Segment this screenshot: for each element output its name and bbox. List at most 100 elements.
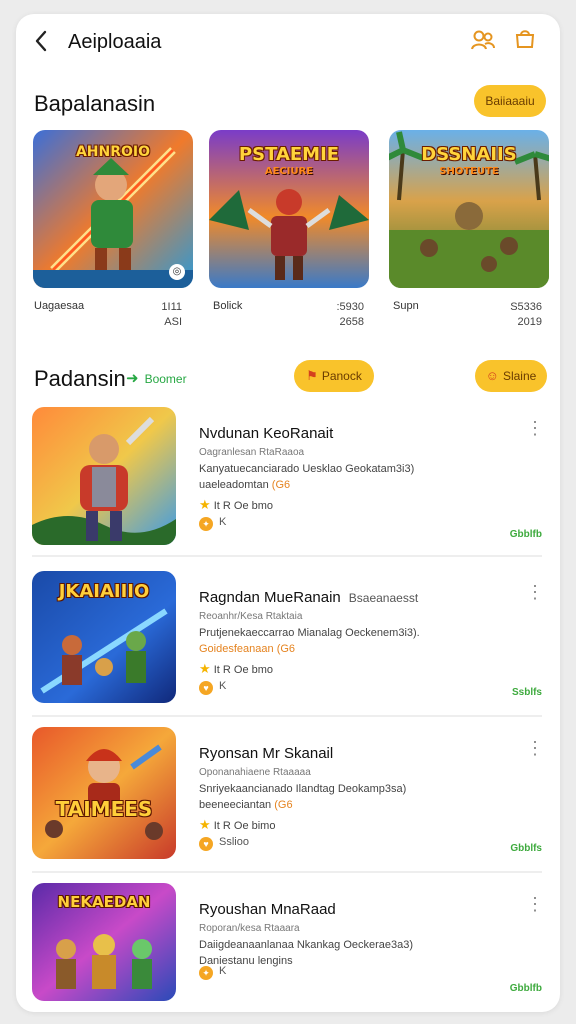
row-subtitle: Roporan/kesa Rtaaara	[199, 923, 300, 934]
featured-stat-3: S5336 2019	[490, 300, 542, 330]
top-bar: Aeiploaaia	[16, 14, 560, 70]
more-options-button[interactable]: ⋮	[526, 581, 544, 605]
featured-stat-2a: :5930	[336, 301, 364, 313]
featured-stat-2: :5930 2658	[316, 300, 364, 330]
row-title-suffix: Bsaeanaesst	[348, 591, 419, 605]
row-description-2: uaeleadomtan (G6	[199, 479, 290, 491]
filter-button-left[interactable]: ⚑ Panock	[294, 360, 374, 392]
featured-stat-1b: ASI	[164, 316, 182, 328]
featured-art-subtitle-2: AECIURE	[264, 166, 314, 177]
star-icon: ★	[199, 817, 211, 832]
row-title: Ryonsan Mr Skanail	[199, 745, 333, 762]
row-tag: (G6	[271, 479, 291, 491]
featured-card-1[interactable]: AHNROIO ◎	[33, 130, 193, 288]
back-button[interactable]	[30, 28, 54, 54]
featured-art-subtitle-3: SHOTEUTE	[439, 166, 499, 177]
row-rating-text: It R Oe bmo	[213, 500, 274, 512]
featured-stat-1: 1I11 ASI	[146, 300, 182, 330]
featured-action-button[interactable]: Baiiaaaiu	[474, 85, 546, 117]
row-status: Gbblfs	[510, 843, 542, 854]
row-art-title-4: NEKAEDAN	[57, 893, 151, 911]
row-status: Gbblfb	[509, 983, 542, 994]
more-options-button[interactable]: ⋮	[526, 737, 544, 761]
row-extra: ♥ Sslioo	[199, 836, 249, 851]
row-subtitle: Oponanahiaene Rtaaaaa	[199, 767, 311, 778]
heart-icon: ♥	[199, 681, 213, 695]
people-icon	[471, 30, 495, 50]
row-description-2-text: beeneeciantan	[199, 799, 272, 811]
row-description-2-text: uaeleadomtan	[199, 479, 269, 491]
row-title-text: Ryoushan MnaRaad	[199, 901, 336, 918]
row-tag: (G6	[274, 799, 293, 811]
list-item[interactable]: JKAIAIIIO Ragndan MueRanain Bsaeanaesst R…	[16, 571, 560, 731]
featured-stat-1a: 1I11	[161, 301, 182, 313]
featured-stat-2b: 2658	[339, 316, 364, 328]
featured-card-2[interactable]: PSTAEMIE AECIURE	[209, 130, 369, 288]
row-extra-text: K	[219, 680, 227, 692]
people-button[interactable]	[469, 28, 497, 54]
featured-name-2: Bolick	[213, 300, 243, 312]
featured-name-3: Supn	[393, 300, 419, 312]
star-icon: ★	[199, 661, 211, 676]
heart-icon: ♥	[199, 837, 213, 851]
row-title-text: Nvdunan KeoRanait	[199, 425, 334, 442]
store-icon	[515, 30, 535, 48]
row-thumbnail-3: TAIMEES	[32, 727, 176, 859]
row-art-title-3: TAIMEES	[55, 797, 153, 821]
row-description-2: Goidesfeanaan (G6	[199, 643, 295, 655]
chevron-left-icon	[35, 30, 47, 52]
row-title-text: Ragndan MueRanain	[199, 589, 341, 606]
row-rating: ★ It R Oe bimo	[199, 817, 275, 833]
row-description: Snriyekaancianado Ilandtag Deokamp3sa)	[199, 783, 407, 795]
more-options-button[interactable]: ⋮	[526, 893, 544, 917]
row-extra: ✦ K	[199, 965, 226, 980]
row-status: Gbblfb	[509, 529, 542, 540]
row-tag: (G6	[276, 643, 296, 655]
smile-icon: ☺	[485, 368, 499, 383]
row-extra-text: K	[219, 516, 227, 528]
new-badge[interactable]: ➜ Boomer	[126, 369, 187, 387]
row-extra-text: K	[219, 965, 227, 977]
filter-left-label: Panock	[321, 369, 362, 383]
filter-right-label: Slaine	[502, 369, 537, 383]
featured-name-1: Uagaesaa	[34, 300, 85, 312]
featured-card-3[interactable]: DSSNAIIS SHOTEUTE	[389, 130, 549, 288]
row-thumbnail-2: JKAIAIIIO	[32, 571, 176, 703]
featured-art-title-2: PSTAEMIE	[238, 144, 340, 165]
more-options-button[interactable]: ⋮	[526, 417, 544, 441]
row-description: Prutjenekaeccarrao Mianalag Oeckenem3i3)…	[199, 627, 420, 639]
row-art-title-2: JKAIAIIIO	[58, 581, 150, 602]
coin-icon: ✦	[199, 966, 213, 980]
row-description-2: beeneeciantan (G6	[199, 799, 293, 811]
store-button[interactable]	[511, 28, 539, 54]
row-description: Kanyatuecanciarado Uesklao Geokatam3i3)	[199, 463, 415, 475]
divider	[32, 871, 542, 873]
row-rating: ★ It R Oe bmo	[199, 661, 273, 677]
featured-art-title-3: DSSNAIIS	[421, 144, 517, 165]
row-title: Ryoushan MnaRaad	[199, 901, 336, 918]
row-description: Daiigdeanaanlanaa Nkankag Oeckerae3a3)	[199, 939, 414, 951]
row-subtitle: Oagranlesan RtaRaaoa	[199, 447, 305, 458]
row-title: Ragndan MueRanain Bsaeanaesst	[199, 589, 418, 606]
list-item[interactable]: Nvdunan KeoRanait Oagranlesan RtaRaaoa K…	[16, 407, 560, 567]
star-icon: ★	[199, 497, 211, 512]
row-extra: ♥ K	[199, 680, 226, 695]
row-rating-text: It R Oe bmo	[213, 664, 274, 676]
featured-title: Bapalanasin	[34, 91, 156, 116]
row-thumbnail-1	[32, 407, 176, 545]
row-thumbnail-4: NEKAEDAN	[32, 883, 176, 1001]
row-rating: ★ It R Oe bmo	[199, 497, 273, 513]
featured-card-badge: ◎	[169, 264, 185, 280]
list-item[interactable]: NEKAEDAN Ryoushan MnaRaad Roporan/kesa R…	[16, 883, 560, 1012]
flag-icon: ⚑	[306, 368, 318, 383]
row-status: Ssblfs	[511, 687, 542, 698]
row-extra-text: Sslioo	[219, 836, 249, 848]
row-extra: ✦ K	[199, 516, 226, 531]
arrow-right-icon: ➜	[126, 370, 139, 387]
app-title: Aeiploaaia	[68, 31, 162, 53]
divider	[32, 715, 542, 717]
new-badge-label: Boomer	[144, 372, 187, 386]
filter-button-right[interactable]: ☺ Slaine	[475, 360, 547, 392]
list-item[interactable]: TAIMEES Ryonsan Mr Skanail Oponanahiaene…	[16, 727, 560, 887]
list-section-title: Padansin	[34, 366, 126, 391]
